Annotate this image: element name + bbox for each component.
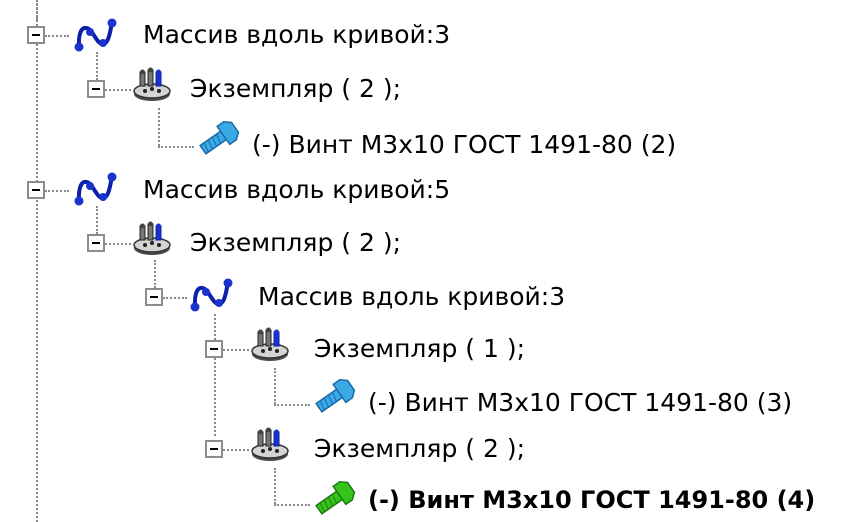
curve-array-icon <box>74 18 117 52</box>
tree-connector <box>214 314 216 436</box>
collapse-toggle[interactable] <box>27 26 45 44</box>
screw-icon <box>315 379 356 413</box>
instance-icon <box>133 67 171 101</box>
tree-connector <box>223 449 249 451</box>
tree-node-label[interactable]: Массив вдоль кривой:5 <box>143 175 450 205</box>
tree-node-label[interactable]: Массив вдоль кривой:3 <box>143 20 450 50</box>
instance-icon <box>251 327 289 361</box>
tree-connector <box>274 504 310 506</box>
curve-array-icon <box>74 172 117 206</box>
tree-connector <box>158 146 194 148</box>
tree-node-label[interactable]: Экземпляр ( 2 ); <box>314 434 525 464</box>
tree-connector <box>36 0 38 20</box>
instance-icon <box>133 221 171 255</box>
screw-icon <box>199 121 240 155</box>
tree-connector <box>45 35 69 37</box>
collapse-toggle[interactable] <box>27 181 45 199</box>
feature-tree: Массив вдоль кривой:3 Экземпляр ( 2 ); (… <box>0 0 850 522</box>
collapse-toggle[interactable] <box>145 288 163 306</box>
tree-connector <box>105 89 131 91</box>
collapse-toggle[interactable] <box>205 340 223 358</box>
tree-connector <box>158 108 160 146</box>
curve-array-icon <box>190 278 233 312</box>
tree-connector <box>274 468 276 504</box>
tree-connector <box>274 368 276 404</box>
tree-connector <box>274 404 310 406</box>
collapse-toggle[interactable] <box>87 80 105 98</box>
tree-node-label[interactable]: (-) Винт М3х10 ГОСТ 1491-80 (2) <box>252 130 676 160</box>
tree-node-label-selected[interactable]: (-) Винт М3х10 ГОСТ 1491-80 (4) <box>368 485 815 515</box>
tree-connector <box>154 260 156 288</box>
tree-connector <box>96 52 98 80</box>
collapse-toggle[interactable] <box>205 440 223 458</box>
tree-node-label[interactable]: (-) Винт М3х10 ГОСТ 1491-80 (3) <box>368 388 792 418</box>
tree-connector <box>163 297 187 299</box>
screw-icon-selected <box>315 481 356 515</box>
tree-node-label[interactable]: Массив вдоль кривой:3 <box>258 282 565 312</box>
tree-node-label[interactable]: Экземпляр ( 2 ); <box>190 228 401 258</box>
instance-icon <box>251 427 289 461</box>
tree-node-label[interactable]: Экземпляр ( 2 ); <box>190 74 401 104</box>
tree-node-label[interactable]: Экземпляр ( 1 ); <box>314 334 525 364</box>
collapse-toggle[interactable] <box>87 234 105 252</box>
tree-connector <box>96 206 98 234</box>
tree-connector <box>105 243 131 245</box>
tree-connector <box>45 190 69 192</box>
tree-connector <box>223 349 249 351</box>
tree-connector <box>36 0 38 522</box>
